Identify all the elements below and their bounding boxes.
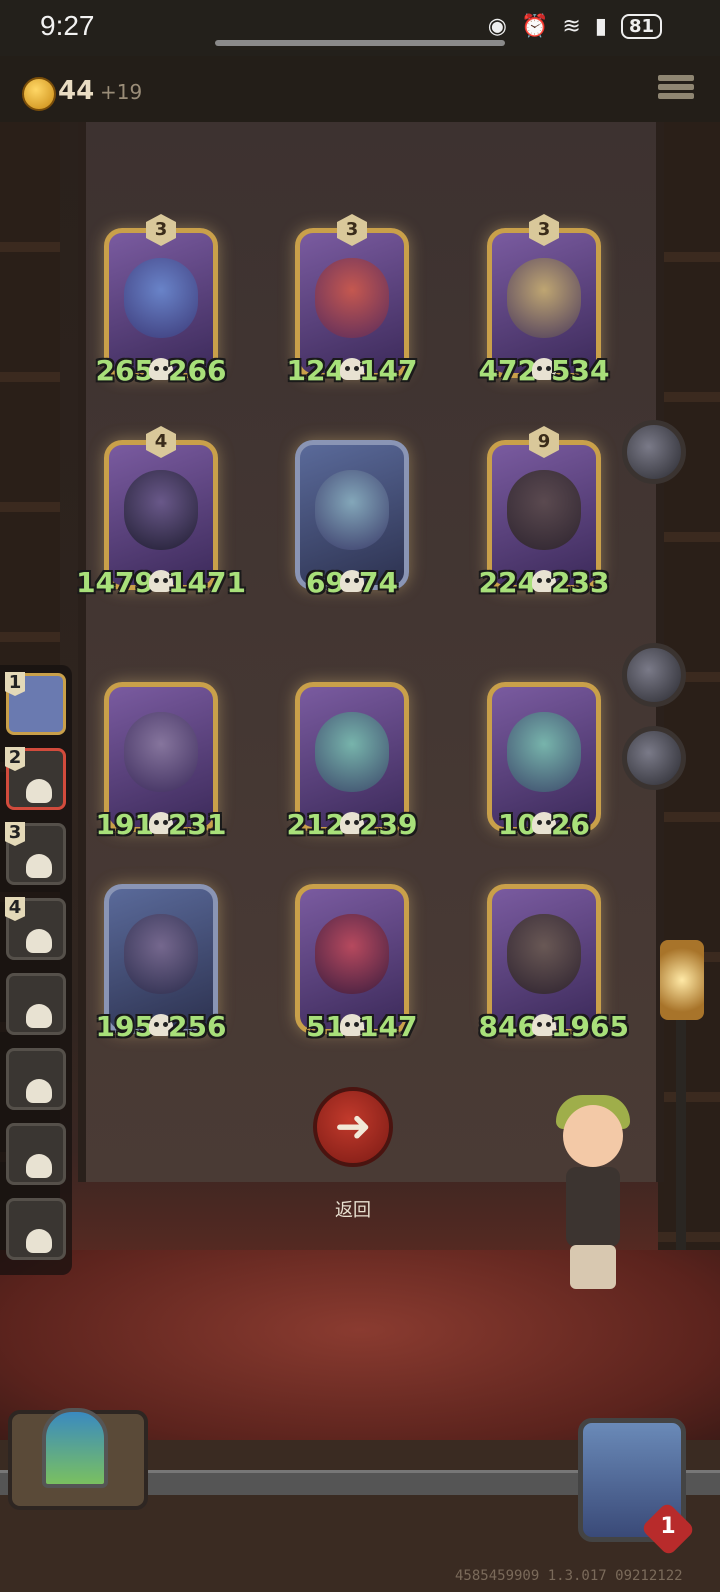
queue-order: 3 [5,822,25,846]
arrow-left-icon: ➜ [334,1101,372,1152]
card-attack: 124 [286,354,345,387]
status-icons: ◉ ⏰ ≋ ▮ 81 [488,14,662,39]
skull-icon [26,1229,52,1253]
minion-card-golem[interactable]: 3 472 534 [479,214,609,387]
minion-card-airship[interactable]: 191 231 [96,682,226,841]
signal-icon: ▮ [594,14,607,39]
back-label: 返回 [335,1200,371,1221]
minion-card-top-hat-gentleman[interactable]: 4 1479 1471 [76,426,246,599]
deck-art [42,1408,108,1488]
card-portrait [507,914,581,994]
card-health: 74 [359,566,398,599]
minion-card-clown[interactable]: 51 147 [295,884,417,1043]
queue-slot[interactable] [6,973,66,1035]
minion-card-wolf-bandit[interactable]: 195 256 [96,884,226,1043]
skull-icon [26,929,52,953]
back-button[interactable]: ➜ [313,1087,393,1167]
card-attack: 1479 [76,566,154,599]
card-portrait [315,470,389,550]
card-attack: 212 [286,808,345,841]
lamp-pole [676,1020,686,1250]
menu-button[interactable] [658,72,694,108]
queue-slot[interactable]: 4 [5,897,66,960]
card-portrait [124,258,198,338]
queue-order: 4 [5,897,25,921]
skull-icon [26,779,52,803]
minion-card-bear-brute[interactable]: 846 1965 [479,884,629,1043]
lives-count: 1 [660,1514,676,1539]
wifi-icon: ≋ [562,14,581,39]
queue-slot[interactable]: 3 [5,822,66,885]
card-health: 147 [359,354,418,387]
top-hud: 44 +19 [0,56,720,122]
card-portrait [315,914,389,994]
lamp-icon [660,940,704,1020]
coin-icon [22,77,56,111]
minion-card-fish-mage[interactable]: 212 239 [287,682,417,841]
queue-order: 2 [5,747,25,771]
card-portrait [124,914,198,994]
build-id: 4585459909 1.3.017 09212122 [455,1568,683,1584]
skull-icon [26,854,52,878]
skull-icon [26,1004,52,1028]
eye-icon: ◉ [487,14,507,39]
skull-icon [26,1154,52,1178]
coin-count: 44 [58,76,95,106]
card-attack: 195 [95,1010,154,1043]
card-health: 1965 [551,1010,629,1043]
card-portrait [507,712,581,792]
status-bar: 9:27 ◉ ⏰ ≋ ▮ 81 [0,0,720,56]
minion-card-shield-knight[interactable]: 9 224 233 [479,426,609,599]
card-portrait [315,712,389,792]
minion-card-banshee[interactable]: 69 74 [295,440,409,599]
card-health: 26 [551,808,590,841]
card-attack: 265 [95,354,154,387]
card-health: 1471 [168,566,246,599]
coin-income: +19 [100,80,143,104]
card-health: 256 [168,1010,227,1043]
card-attack: 846 [478,1010,537,1043]
card-portrait [315,258,389,338]
potion-flask-icon[interactable] [622,420,686,484]
card-attack: 472 [478,354,537,387]
card-health: 239 [359,808,418,841]
turn-queue: 1 2 3 4 [0,665,72,1275]
card-attack: 224 [478,566,537,599]
queue-slot[interactable] [6,1198,66,1260]
card-attack: 191 [95,808,154,841]
clock: 9:27 [40,10,95,41]
potion-flask-icon[interactable] [622,643,686,707]
player-character [548,1095,638,1295]
minion-card-fish-mage-copy[interactable]: 10 26 [487,682,601,841]
card-health: 147 [359,1010,418,1043]
notch-handle [215,40,505,46]
queue-slot[interactable] [6,1123,66,1185]
card-portrait [507,470,581,550]
queue-slot[interactable] [6,1048,66,1110]
queue-slot[interactable]: 1 [5,672,66,735]
card-health: 534 [551,354,610,387]
battery-indicator: 81 [620,14,662,39]
minion-card-lobster-chef[interactable]: 3 124 147 [287,214,417,387]
card-portrait [124,712,198,792]
card-portrait [507,258,581,338]
card-portrait [124,470,198,550]
queue-slot[interactable]: 2 [5,747,66,810]
minion-card-wizard[interactable]: 3 265 266 [96,214,226,387]
queue-order: 1 [5,672,25,696]
card-health: 231 [168,808,227,841]
alarm-icon: ⏰ [520,14,549,39]
potion-flask-icon[interactable] [622,726,686,790]
card-health: 233 [551,566,610,599]
skull-icon [26,1079,52,1103]
deck-button[interactable] [8,1408,148,1510]
card-health: 266 [168,354,227,387]
